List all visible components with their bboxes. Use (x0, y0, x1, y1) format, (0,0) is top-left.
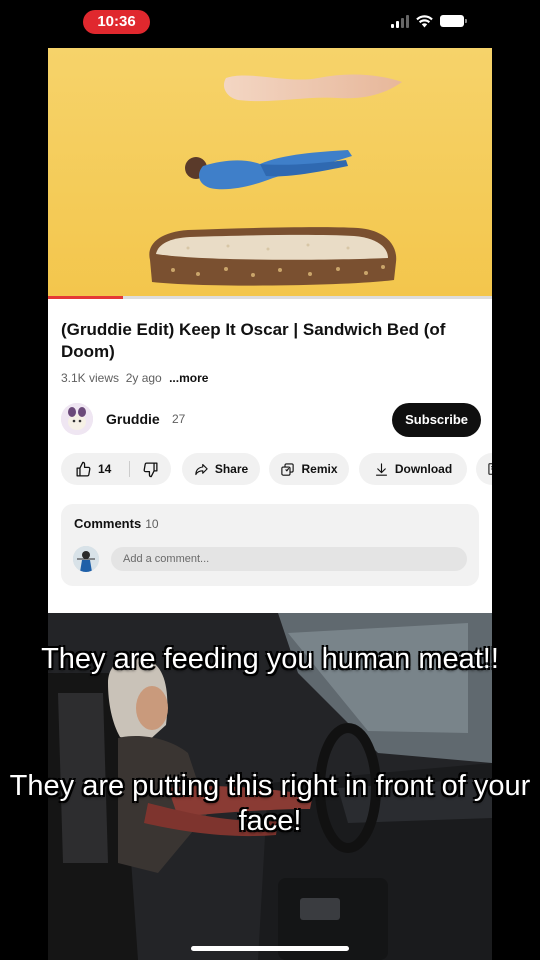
cellular-signal-icon (391, 14, 409, 28)
remix-label: Remix (301, 462, 338, 476)
thumbs-up-icon (76, 461, 91, 477)
battery-icon (440, 15, 467, 27)
comments-header: Comments 10 (74, 516, 159, 531)
wifi-icon (416, 14, 433, 27)
video-thumbnail-image (48, 48, 492, 298)
like-divider (129, 461, 130, 477)
add-comment-input[interactable]: Add a comment... (111, 547, 467, 571)
caption-bottom: They are putting this right in front of … (9, 770, 531, 837)
channel-name[interactable]: Gruddie (106, 411, 160, 427)
status-time: 10:36 (83, 10, 150, 34)
share-icon (195, 463, 208, 475)
thumbs-down-icon (143, 462, 158, 478)
comments-section[interactable]: Comments 10 Add a comment... (61, 504, 479, 586)
download-label: Download (394, 462, 453, 476)
like-count: 14 (98, 462, 112, 476)
share-label: Share (214, 462, 249, 476)
video-meta[interactable]: 3.1K views 2y ago ...more (61, 371, 208, 385)
channel-row: Gruddie 27 Subscribe (61, 401, 481, 437)
like-dislike-group: 14 (61, 453, 171, 485)
share-button[interactable]: Share (182, 453, 260, 485)
download-button[interactable]: Download (359, 453, 467, 485)
upload-age: 2y ago (125, 371, 162, 385)
action-bar: 14 Share Remix Download (61, 453, 492, 487)
comments-label: Comments (74, 516, 142, 531)
subscriber-count: 27 (172, 412, 186, 426)
like-button[interactable]: 14 (61, 461, 111, 478)
subscribe-button[interactable]: Subscribe (392, 403, 481, 437)
caption-top: They are feeding you human meat!! (41, 643, 499, 675)
user-avatar (73, 546, 99, 572)
view-count: 3.1K views (61, 371, 120, 385)
save-icon (488, 463, 492, 475)
channel-avatar[interactable] (61, 403, 93, 435)
dislike-button[interactable] (142, 461, 159, 478)
video-player[interactable] (48, 48, 492, 298)
comments-count: 10 (145, 517, 159, 531)
video-title[interactable]: (Gruddie Edit) Keep It Oscar | Sandwich … (61, 319, 481, 363)
remix-button[interactable]: Remix (269, 453, 349, 485)
save-button[interactable] (476, 453, 492, 485)
user-avatar-image (73, 546, 99, 572)
video-info-panel: (Gruddie Edit) Keep It Oscar | Sandwich … (48, 299, 492, 613)
status-bar: 10:36 (0, 0, 540, 46)
avatar-image (61, 403, 93, 435)
download-icon (375, 462, 387, 476)
status-icons (391, 14, 467, 28)
home-indicator[interactable] (191, 946, 349, 951)
remix-icon (281, 462, 295, 476)
more-button[interactable]: ...more (169, 371, 208, 385)
